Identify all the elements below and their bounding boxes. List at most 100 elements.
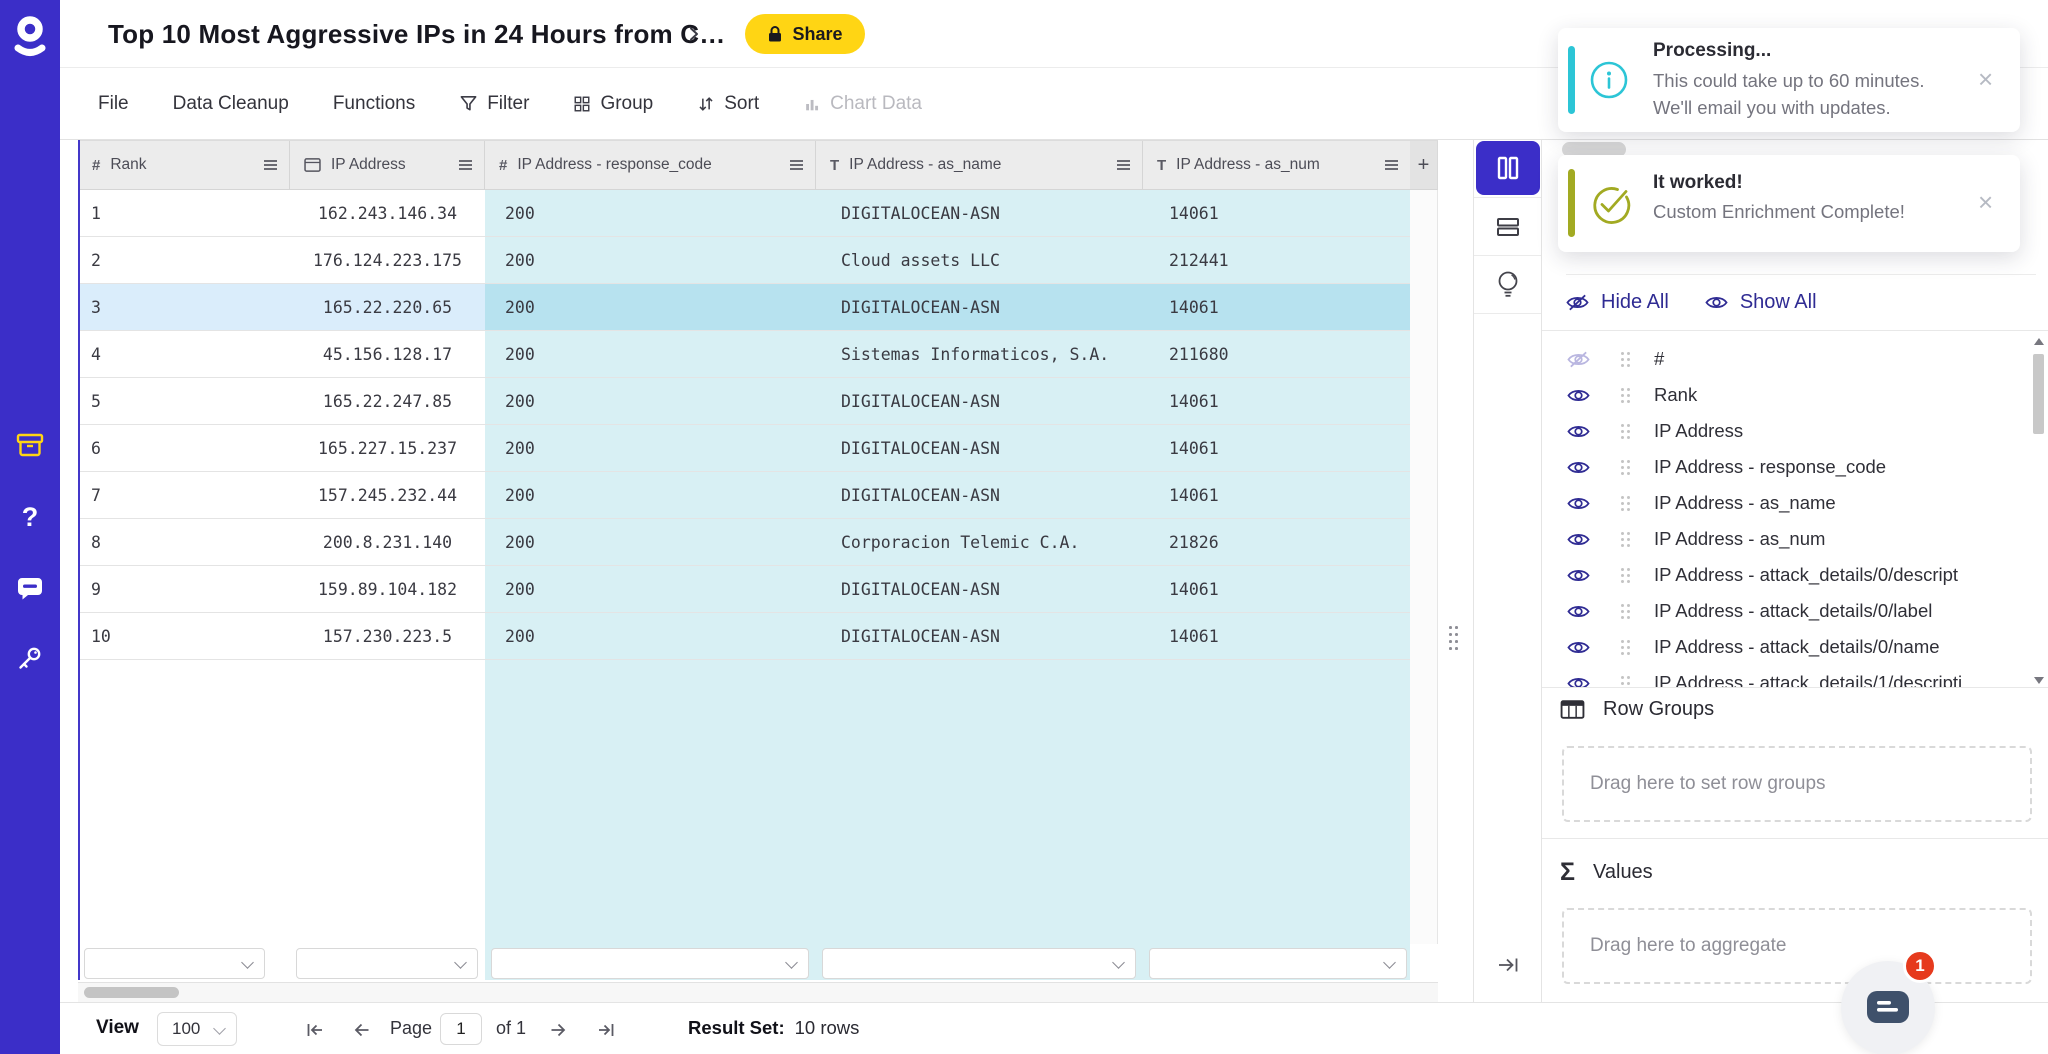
- table-cell[interactable]: Corporacion Telemic C.A.: [816, 519, 1143, 565]
- table-cell[interactable]: 4: [78, 331, 290, 377]
- eye-icon[interactable]: [1567, 531, 1593, 548]
- drag-handle-icon[interactable]: [1621, 610, 1624, 613]
- page-title[interactable]: Top 10 Most Aggressive IPs in 24 Hours f…: [108, 19, 725, 50]
- close-icon[interactable]: ×: [1978, 66, 1993, 92]
- table-cell[interactable]: 200: [485, 425, 816, 471]
- aggregation-select[interactable]: [491, 948, 809, 979]
- drag-handle-icon[interactable]: [1621, 466, 1624, 469]
- column-menu-icon[interactable]: [1385, 164, 1398, 166]
- table-cell[interactable]: 200: [485, 566, 816, 612]
- column-list-item[interactable]: IP Address - as_name: [1542, 485, 2048, 521]
- table-cell[interactable]: 200: [485, 519, 816, 565]
- table-cell[interactable]: 162.243.146.34: [290, 190, 485, 236]
- show-all-button[interactable]: Show All: [1705, 291, 1817, 314]
- table-cell[interactable]: 157.230.223.5: [290, 613, 485, 659]
- column-menu-icon[interactable]: [264, 164, 277, 166]
- column-list-item[interactable]: IP Address - attack_details/0/descript: [1542, 557, 2048, 593]
- table-cell[interactable]: 14061: [1143, 284, 1410, 330]
- eye-icon[interactable]: [1567, 675, 1593, 689]
- table-cell[interactable]: 6: [78, 425, 290, 471]
- scroll-down-icon[interactable]: [2034, 677, 2044, 684]
- drag-handle-icon[interactable]: [1621, 430, 1624, 433]
- table-cell[interactable]: 21826: [1143, 519, 1410, 565]
- drag-handle-icon[interactable]: [1621, 394, 1624, 397]
- table-row[interactable]: 8200.8.231.140200Corporacion Telemic C.A…: [78, 519, 1410, 566]
- column-menu-icon[interactable]: [1117, 164, 1130, 166]
- scroll-up-icon[interactable]: [2034, 338, 2044, 345]
- column-header-response-code[interactable]: # IP Address - response_code: [485, 141, 816, 189]
- table-cell[interactable]: 9: [78, 566, 290, 612]
- table-cell[interactable]: 10: [78, 613, 290, 659]
- eye-icon[interactable]: [1567, 639, 1593, 656]
- table-cell[interactable]: 14061: [1143, 472, 1410, 518]
- column-list-item[interactable]: IP Address - response_code: [1542, 449, 2048, 485]
- aggregation-select[interactable]: [1149, 948, 1407, 979]
- table-cell[interactable]: 45.156.128.17: [290, 331, 485, 377]
- table-cell[interactable]: 212441: [1143, 237, 1410, 283]
- table-row[interactable]: 445.156.128.17200Sistemas Informaticos, …: [78, 331, 1410, 378]
- previous-page-button[interactable]: [350, 1018, 374, 1042]
- table-cell[interactable]: DIGITALOCEAN-ASN: [816, 613, 1143, 659]
- column-header-ip-address[interactable]: IP Address: [290, 141, 485, 189]
- drag-handle-icon[interactable]: [1621, 646, 1624, 649]
- table-cell[interactable]: DIGITALOCEAN-ASN: [816, 190, 1143, 236]
- menu-filter[interactable]: Filter: [459, 93, 529, 115]
- aggregation-select[interactable]: [84, 948, 265, 979]
- horizontal-scrollbar-thumb[interactable]: [84, 987, 179, 998]
- hide-all-button[interactable]: Hide All: [1566, 291, 1669, 314]
- table-cell[interactable]: 165.227.15.237: [290, 425, 485, 471]
- page-number-input[interactable]: [440, 1013, 482, 1045]
- table-cell[interactable]: DIGITALOCEAN-ASN: [816, 284, 1143, 330]
- table-cell[interactable]: 14061: [1143, 378, 1410, 424]
- table-cell[interactable]: DIGITALOCEAN-ASN: [816, 425, 1143, 471]
- values-dropzone[interactable]: Drag here to aggregate: [1562, 908, 2032, 984]
- column-header-as-num[interactable]: T IP Address - as_num: [1143, 141, 1410, 189]
- table-cell[interactable]: 165.22.247.85: [290, 378, 485, 424]
- column-list-item[interactable]: IP Address - as_num: [1542, 521, 2048, 557]
- table-cell[interactable]: 200: [485, 237, 816, 283]
- eye-icon[interactable]: [1567, 567, 1593, 584]
- column-menu-icon[interactable]: [790, 164, 803, 166]
- drag-handle-icon[interactable]: [1621, 574, 1624, 577]
- menu-data-cleanup[interactable]: Data Cleanup: [173, 93, 289, 115]
- drag-handle-icon[interactable]: [1621, 538, 1624, 541]
- panel-resize-handle-icon[interactable]: [1449, 626, 1459, 652]
- table-row[interactable]: 1162.243.146.34200DIGITALOCEAN-ASN14061: [78, 190, 1410, 237]
- title-chevron-right-icon[interactable]: [686, 26, 702, 47]
- table-cell[interactable]: 1: [78, 190, 290, 236]
- feedback-chat-icon[interactable]: [0, 572, 60, 606]
- eye-icon[interactable]: [1567, 603, 1593, 620]
- column-list-item[interactable]: IP Address - attack_details/0/label: [1542, 593, 2048, 629]
- page-size-select[interactable]: 100: [157, 1012, 237, 1046]
- tab-rows[interactable]: [1474, 198, 1542, 256]
- column-list-item[interactable]: IP Address - attack_details/0/name: [1542, 629, 2048, 665]
- table-row[interactable]: 9159.89.104.182200DIGITALOCEAN-ASN14061: [78, 566, 1410, 613]
- drag-handle-icon[interactable]: [1621, 358, 1624, 361]
- table-cell[interactable]: 14061: [1143, 425, 1410, 471]
- key-icon[interactable]: [0, 641, 60, 675]
- table-cell[interactable]: 200: [485, 613, 816, 659]
- aggregation-select[interactable]: [296, 948, 478, 979]
- column-menu-icon[interactable]: [459, 164, 472, 166]
- help-icon[interactable]: ?: [0, 500, 60, 534]
- table-cell[interactable]: DIGITALOCEAN-ASN: [816, 472, 1143, 518]
- table-cell[interactable]: 200: [485, 472, 816, 518]
- table-row[interactable]: 7157.245.232.44200DIGITALOCEAN-ASN14061: [78, 472, 1410, 519]
- panel-scrollbar[interactable]: [2032, 336, 2046, 686]
- column-list-item[interactable]: Rank: [1542, 377, 2048, 413]
- table-row[interactable]: 2176.124.223.175200Cloud assets LLC21244…: [78, 237, 1410, 284]
- eye-off-icon[interactable]: [1567, 351, 1593, 368]
- collapse-panel-button[interactable]: [1474, 945, 1542, 985]
- table-cell[interactable]: 157.245.232.44: [290, 472, 485, 518]
- table-row[interactable]: 5165.22.247.85200DIGITALOCEAN-ASN14061: [78, 378, 1410, 425]
- tab-columns[interactable]: [1476, 141, 1540, 195]
- table-row[interactable]: 10157.230.223.5200DIGITALOCEAN-ASN14061: [78, 613, 1410, 660]
- next-page-button[interactable]: [546, 1018, 570, 1042]
- table-row[interactable]: 6165.227.15.237200DIGITALOCEAN-ASN14061: [78, 425, 1410, 472]
- table-cell[interactable]: DIGITALOCEAN-ASN: [816, 378, 1143, 424]
- horizontal-scrollbar[interactable]: [78, 982, 1438, 1002]
- last-page-button[interactable]: [594, 1018, 618, 1042]
- menu-file[interactable]: File: [98, 93, 129, 115]
- table-cell[interactable]: 159.89.104.182: [290, 566, 485, 612]
- row-groups-dropzone[interactable]: Drag here to set row groups: [1562, 746, 2032, 822]
